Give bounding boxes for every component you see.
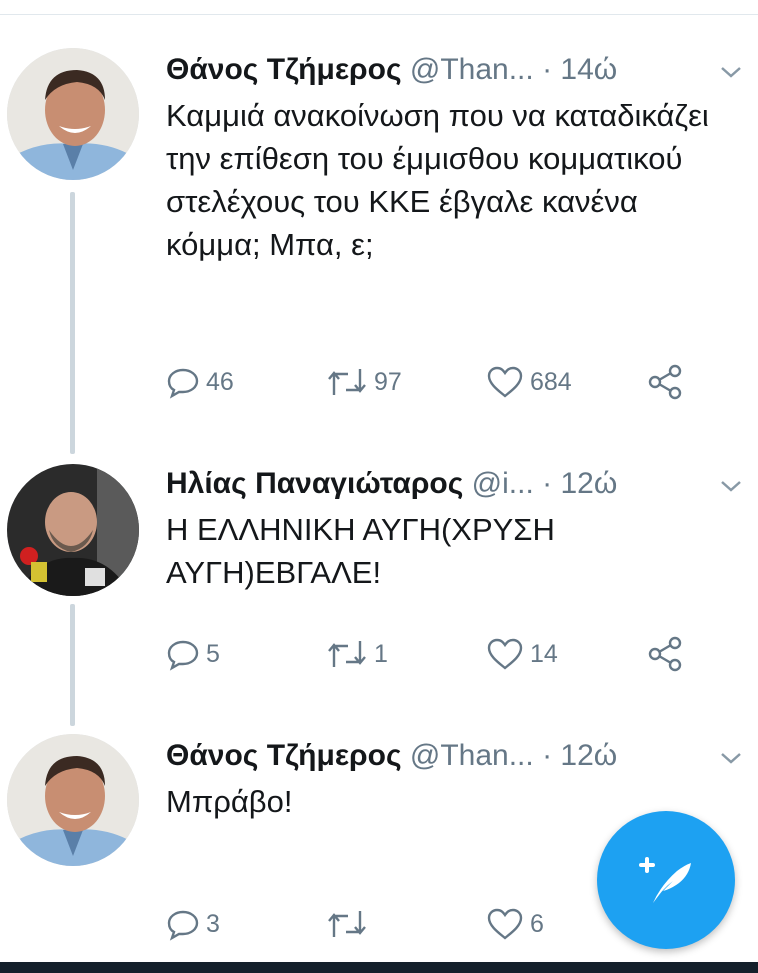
reply-icon bbox=[167, 910, 199, 941]
avatar[interactable] bbox=[7, 734, 139, 866]
retweet-button[interactable] bbox=[326, 904, 374, 944]
tweet[interactable]: Θάνος Τζήμερος @Than... · 14ώ Καμμιά ανα… bbox=[0, 48, 758, 408]
share-icon bbox=[648, 636, 682, 672]
compose-tweet-button[interactable] bbox=[597, 811, 735, 949]
chevron-down-icon[interactable] bbox=[718, 748, 744, 768]
like-count: 684 bbox=[530, 367, 572, 396]
share-button[interactable] bbox=[646, 362, 690, 402]
reply-count: 5 bbox=[206, 639, 220, 668]
timestamp[interactable]: · 12ώ bbox=[542, 739, 617, 772]
heart-icon bbox=[487, 366, 523, 398]
author-handle[interactable]: @Than... bbox=[410, 53, 534, 86]
like-count: 14 bbox=[530, 639, 558, 668]
avatar[interactable] bbox=[7, 48, 139, 180]
reply-button[interactable]: 5 bbox=[166, 634, 220, 674]
like-button[interactable]: 6 bbox=[486, 904, 544, 944]
top-divider bbox=[0, 14, 758, 15]
like-button[interactable]: 684 bbox=[486, 362, 572, 402]
retweet-button[interactable]: 97 bbox=[326, 362, 402, 402]
retweet-icon bbox=[328, 911, 366, 937]
reply-count: 3 bbox=[206, 909, 220, 938]
author-name[interactable]: Θάνος Τζήμερος bbox=[166, 53, 402, 86]
tweet-header: Θάνος Τζήμερος @Than... · 14ώ bbox=[166, 48, 617, 92]
heart-icon bbox=[487, 908, 523, 940]
like-count: 6 bbox=[530, 909, 544, 938]
retweet-icon bbox=[328, 641, 366, 667]
tweet-header: Ηλίας Παναγιώταρος @i... · 12ώ bbox=[166, 462, 617, 506]
author-name[interactable]: Θάνος Τζήμερος bbox=[166, 739, 402, 772]
retweet-count: 1 bbox=[374, 639, 388, 668]
tweet-text: Η ΕΛΛΗΝΙΚΗ ΑΥΓΗ(ΧΡΥΣΗ ΑΥΓΗ)ΕΒΓΑΛΕ! bbox=[166, 512, 555, 590]
bottom-bar bbox=[0, 962, 758, 973]
chevron-down-icon[interactable] bbox=[718, 62, 744, 82]
tweet-actions: 46 97 684 bbox=[166, 362, 706, 402]
chevron-down-icon[interactable] bbox=[718, 476, 744, 496]
author-handle[interactable]: @Than... bbox=[410, 739, 534, 772]
reply-button[interactable]: 3 bbox=[166, 904, 220, 944]
retweet-button[interactable]: 1 bbox=[326, 634, 388, 674]
reply-button[interactable]: 46 bbox=[166, 362, 234, 402]
retweet-count: 97 bbox=[374, 367, 402, 396]
timestamp[interactable]: · 12ώ bbox=[542, 467, 617, 500]
reply-icon bbox=[167, 368, 199, 399]
tweet-actions: 5 1 14 bbox=[166, 634, 706, 674]
author-handle[interactable]: @i... bbox=[472, 467, 534, 500]
retweet-icon bbox=[328, 369, 366, 395]
like-button[interactable]: 14 bbox=[486, 634, 558, 674]
avatar[interactable] bbox=[7, 464, 139, 596]
reply-icon bbox=[167, 640, 199, 671]
tweet[interactable]: Ηλίας Παναγιώταρος @i... · 12ώ Η ΕΛΛΗΝΙΚ… bbox=[0, 462, 758, 692]
author-name[interactable]: Ηλίας Παναγιώταρος bbox=[166, 467, 463, 500]
reply-count: 46 bbox=[206, 367, 234, 396]
share-button[interactable] bbox=[646, 634, 690, 674]
tweet-text: Καμμιά ανακοίνωση που να καταδικάζει την… bbox=[166, 98, 709, 262]
tweet-header: Θάνος Τζήμερος @Than... · 12ώ bbox=[166, 734, 617, 778]
timestamp[interactable]: · 14ώ bbox=[542, 53, 617, 86]
compose-tweet-icon bbox=[639, 857, 691, 903]
heart-icon bbox=[487, 638, 523, 670]
share-icon bbox=[648, 364, 682, 400]
